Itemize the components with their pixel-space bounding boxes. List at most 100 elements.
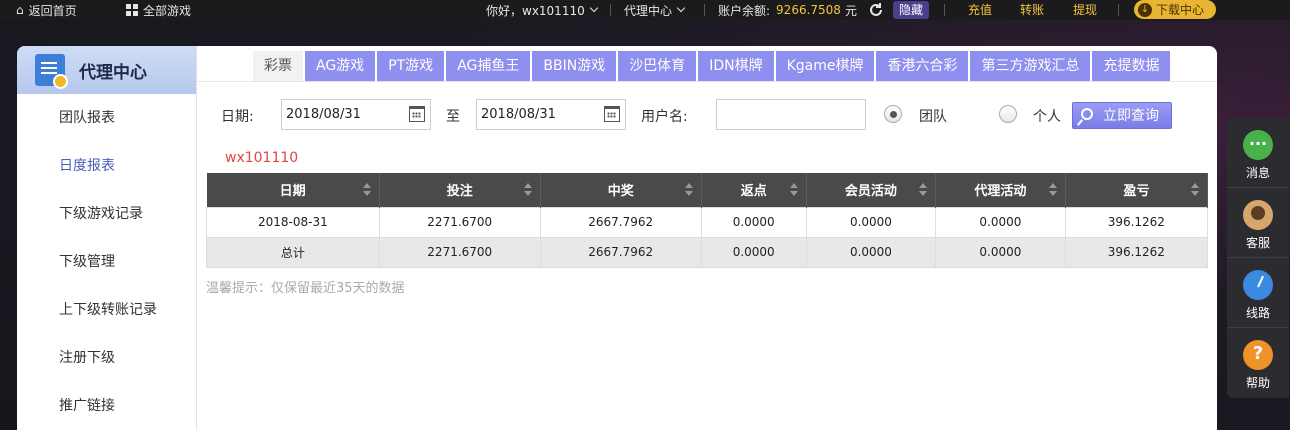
table-header-row: 日期 投注 中奖 返点 会员活动 代理活动 盈亏 — [206, 173, 1209, 207]
column-header-win[interactable]: 中奖 — [540, 173, 702, 207]
sort-icon — [919, 183, 928, 197]
top-bar: ⌂ 返回首页 全部游戏 你好，wx101110 代理中心 账户余额: 9266.… — [0, 0, 1290, 20]
tab-ag-games[interactable]: AG游戏 — [305, 51, 376, 81]
balance-unit: 元 — [844, 3, 857, 18]
help-button[interactable]: 帮助 — [1227, 328, 1289, 398]
tab-hk-mark-six[interactable]: 香港六合彩 — [876, 51, 969, 81]
table-cell: 2018-08-31 — [206, 206, 380, 238]
search-icon — [1081, 108, 1093, 120]
home-link-label: 返回首页 — [28, 3, 77, 18]
user-greeting-menu[interactable]: 你好，wx101110 — [486, 0, 598, 20]
floating-service-menu: 消息 客服 线路 帮助 — [1227, 118, 1289, 398]
end-date-input[interactable]: 2018/08/31 — [476, 99, 626, 130]
all-games-label: 全部游戏 — [143, 3, 192, 18]
team-label: 团队 — [919, 109, 947, 125]
column-header-bet[interactable]: 投注 — [379, 173, 541, 207]
hide-balance-button[interactable]: 隐藏 — [893, 1, 930, 19]
sidebar-header: 代理中心 — [17, 46, 196, 94]
refresh-icon[interactable] — [868, 2, 884, 18]
sidebar-item-team-report[interactable]: 团队报表 — [17, 94, 196, 142]
transfer-link[interactable]: 转账 — [1020, 0, 1044, 20]
username-input[interactable] — [716, 99, 866, 130]
sidebar-item-sub-management[interactable]: 下级管理 — [17, 238, 196, 286]
sidebar-item-register-sub[interactable]: 注册下级 — [17, 334, 196, 382]
withdraw-link[interactable]: 提现 — [1073, 0, 1097, 20]
personal-label: 个人 — [1033, 109, 1061, 125]
sort-icon — [362, 183, 371, 197]
tab-saba-sports[interactable]: 沙巴体育 — [618, 51, 697, 81]
tab-deposit-withdraw-data[interactable]: 充提数据 — [1092, 51, 1171, 81]
service-label: 客服 — [1245, 236, 1270, 250]
table-row: 2018-08-31 2271.6700 2667.7962 0.0000 0.… — [206, 206, 1209, 238]
tab-idn-chess[interactable]: IDN棋牌 — [698, 51, 774, 81]
daily-report-table: 日期 投注 中奖 返点 会员活动 代理活动 盈亏 2018-08-31 2271… — [206, 173, 1209, 268]
divider — [610, 4, 611, 16]
home-icon: ⌂ — [16, 3, 24, 17]
agent-center-label: 代理中心 — [624, 3, 673, 18]
sidebar-item-transfer-records[interactable]: 上下级转账记录 — [17, 286, 196, 334]
chat-bubble-icon — [1243, 130, 1273, 160]
sort-icon — [1191, 183, 1199, 197]
tab-kgame-chess[interactable]: Kgame棋牌 — [775, 51, 875, 81]
tab-lottery[interactable]: 彩票 — [253, 51, 303, 81]
query-button[interactable]: 立即查询 — [1072, 102, 1172, 129]
home-link[interactable]: ⌂ 返回首页 — [16, 0, 77, 20]
customer-service-button[interactable]: 客服 — [1227, 188, 1289, 258]
sort-icon — [789, 183, 798, 197]
download-icon: ↓ — [1138, 2, 1152, 17]
recharge-link[interactable]: 充值 — [968, 0, 992, 20]
tab-third-party-summary[interactable]: 第三方游戏汇总 — [970, 51, 1091, 81]
start-date-value: 2018/08/31 — [286, 107, 361, 122]
all-games-link[interactable]: 全部游戏 — [126, 0, 191, 20]
download-center-button[interactable]: ↓ 下载中心 — [1134, 0, 1216, 19]
sort-icon — [1048, 183, 1057, 197]
chevron-down-icon — [676, 3, 686, 13]
table-total-row: 总计 2271.6700 2667.7962 0.0000 0.0000 0.0… — [206, 236, 1209, 268]
username-label: 用户名: — [641, 109, 688, 125]
line-button[interactable]: 线路 — [1227, 258, 1289, 328]
question-icon — [1243, 340, 1273, 370]
team-radio[interactable] — [884, 105, 902, 123]
table-cell: 0.0000 — [935, 236, 1066, 268]
column-header-member-activity[interactable]: 会员活动 — [806, 173, 937, 207]
speedometer-icon — [1243, 270, 1273, 300]
sidebar-item-promo-link[interactable]: 推广链接 — [17, 382, 196, 430]
table-cell: 396.1262 — [1064, 236, 1209, 268]
calendar-icon[interactable] — [604, 106, 620, 122]
divider — [704, 4, 705, 16]
sidebar-item-sub-game-records[interactable]: 下级游戏记录 — [17, 190, 196, 238]
sidebar-item-daily-report[interactable]: 日度报表 — [17, 142, 196, 190]
sidebar: 代理中心 团队报表 日度报表 下级游戏记录 下级管理 上下级转账记录 注册下级 … — [17, 46, 197, 430]
column-header-rebate[interactable]: 返点 — [701, 173, 807, 207]
message-label: 消息 — [1245, 166, 1270, 180]
table-cell: 396.1262 — [1064, 206, 1209, 238]
tab-ag-fishing[interactable]: AG捕鱼王 — [446, 51, 531, 81]
message-button[interactable]: 消息 — [1227, 118, 1289, 188]
column-header-profit-loss[interactable]: 盈亏 — [1065, 173, 1209, 207]
divider — [1118, 4, 1119, 16]
account-balance: 账户余额: 9266.7508 元 — [718, 0, 857, 20]
table-cell: 总计 — [206, 236, 380, 268]
calendar-icon[interactable] — [409, 106, 425, 122]
sort-icon — [523, 183, 532, 197]
column-header-agent-activity[interactable]: 代理活动 — [935, 173, 1066, 207]
start-date-input[interactable]: 2018/08/31 — [281, 99, 431, 130]
line-label: 线路 — [1245, 306, 1270, 320]
balance-amount: 9266.7508 — [776, 3, 841, 17]
agent-center-menu[interactable]: 代理中心 — [624, 0, 686, 20]
greeting-text: 你好，wx101110 — [486, 3, 585, 18]
tab-bbin-games[interactable]: BBIN游戏 — [532, 51, 617, 81]
divider — [944, 4, 945, 16]
table-cell: 0.0000 — [805, 236, 937, 268]
agent-report-icon — [35, 54, 68, 89]
game-tabs: 彩票 AG游戏 PT游戏 AG捕鱼王 BBIN游戏 沙巴体育 IDN棋牌 Kga… — [253, 51, 1172, 81]
tab-pt-games[interactable]: PT游戏 — [377, 51, 445, 81]
column-header-date[interactable]: 日期 — [206, 173, 380, 207]
personal-radio[interactable] — [999, 105, 1017, 123]
end-date-value: 2018/08/31 — [481, 107, 556, 122]
date-label: 日期: — [221, 109, 254, 125]
sort-icon — [684, 183, 693, 197]
table-cell: 2271.6700 — [378, 206, 541, 238]
table-cell: 2271.6700 — [378, 236, 541, 268]
main-panel: 代理中心 团队报表 日度报表 下级游戏记录 下级管理 上下级转账记录 注册下级 … — [17, 46, 1217, 430]
